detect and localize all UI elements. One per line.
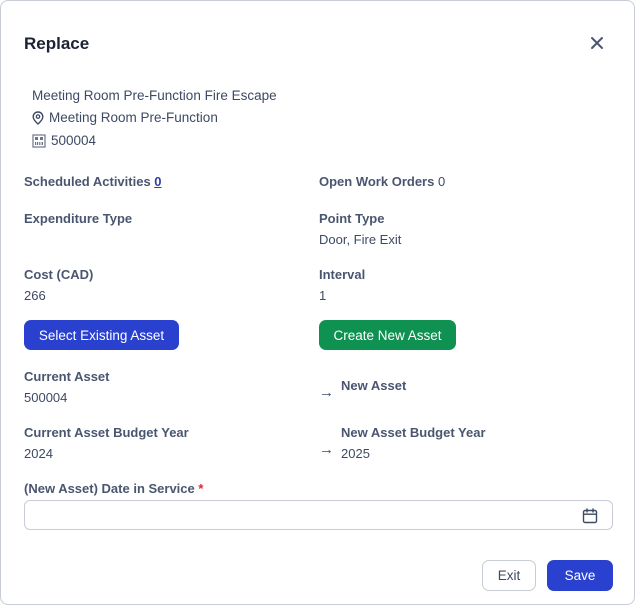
interval-value: 1: [319, 288, 327, 303]
exit-button[interactable]: Exit: [482, 560, 536, 591]
scheduled-activities-label: Scheduled Activities: [24, 174, 151, 189]
point-type-value: Door, Fire Exit: [319, 232, 402, 247]
date-in-service-label-text: (New Asset) Date in Service: [24, 481, 195, 496]
expenditure-type-label: Expenditure Type: [24, 211, 133, 226]
current-asset-label: Current Asset: [24, 369, 110, 384]
open-work-orders-value: 0: [437, 174, 446, 189]
new-budget-year-label: New Asset Budget Year: [341, 425, 486, 440]
open-work-orders-label: Open Work Orders: [319, 174, 435, 189]
required-asterisk: *: [198, 481, 204, 496]
asset-code-text: 500004: [51, 133, 97, 148]
interval-label: Interval: [319, 267, 366, 282]
new-asset-label: New Asset: [341, 378, 407, 393]
arrow-right-icon: →: [319, 441, 334, 458]
current-asset-value: 500004: [24, 390, 68, 405]
current-budget-year-label: Current Asset Budget Year: [24, 425, 189, 440]
map-pin-icon: [32, 110, 44, 125]
date-in-service-label: (New Asset) Date in Service *: [24, 481, 203, 496]
asset-location-text: Meeting Room Pre-Function: [49, 110, 218, 125]
scheduled-activities-link[interactable]: 0: [154, 174, 161, 189]
close-icon[interactable]: [588, 34, 606, 52]
current-budget-year-value: 2024: [24, 446, 53, 461]
barcode-icon: [32, 133, 46, 148]
new-budget-year-value: 2025: [341, 446, 370, 461]
asset-location: Meeting Room Pre-Function: [32, 110, 218, 125]
calendar-icon[interactable]: [581, 507, 599, 525]
asset-name: Meeting Room Pre-Function Fire Escape: [32, 88, 277, 103]
date-in-service-field[interactable]: [24, 500, 613, 530]
save-button[interactable]: Save: [547, 560, 613, 591]
dialog-title: Replace: [24, 34, 90, 53]
scheduled-activities: Scheduled Activities 0: [24, 174, 162, 189]
point-type-label: Point Type: [319, 211, 385, 226]
cost-value: 266: [24, 288, 46, 303]
asset-code: 500004: [32, 133, 96, 148]
cost-label: Cost (CAD): [24, 267, 94, 282]
select-existing-asset-button[interactable]: Select Existing Asset: [24, 320, 179, 350]
open-work-orders: Open Work Orders 0: [319, 174, 445, 189]
replace-dialog: Replace Meeting Room Pre-Function Fire E…: [0, 0, 635, 605]
arrow-right-icon: →: [319, 384, 334, 401]
create-new-asset-button[interactable]: Create New Asset: [319, 320, 456, 350]
date-in-service-input[interactable]: [33, 505, 573, 525]
